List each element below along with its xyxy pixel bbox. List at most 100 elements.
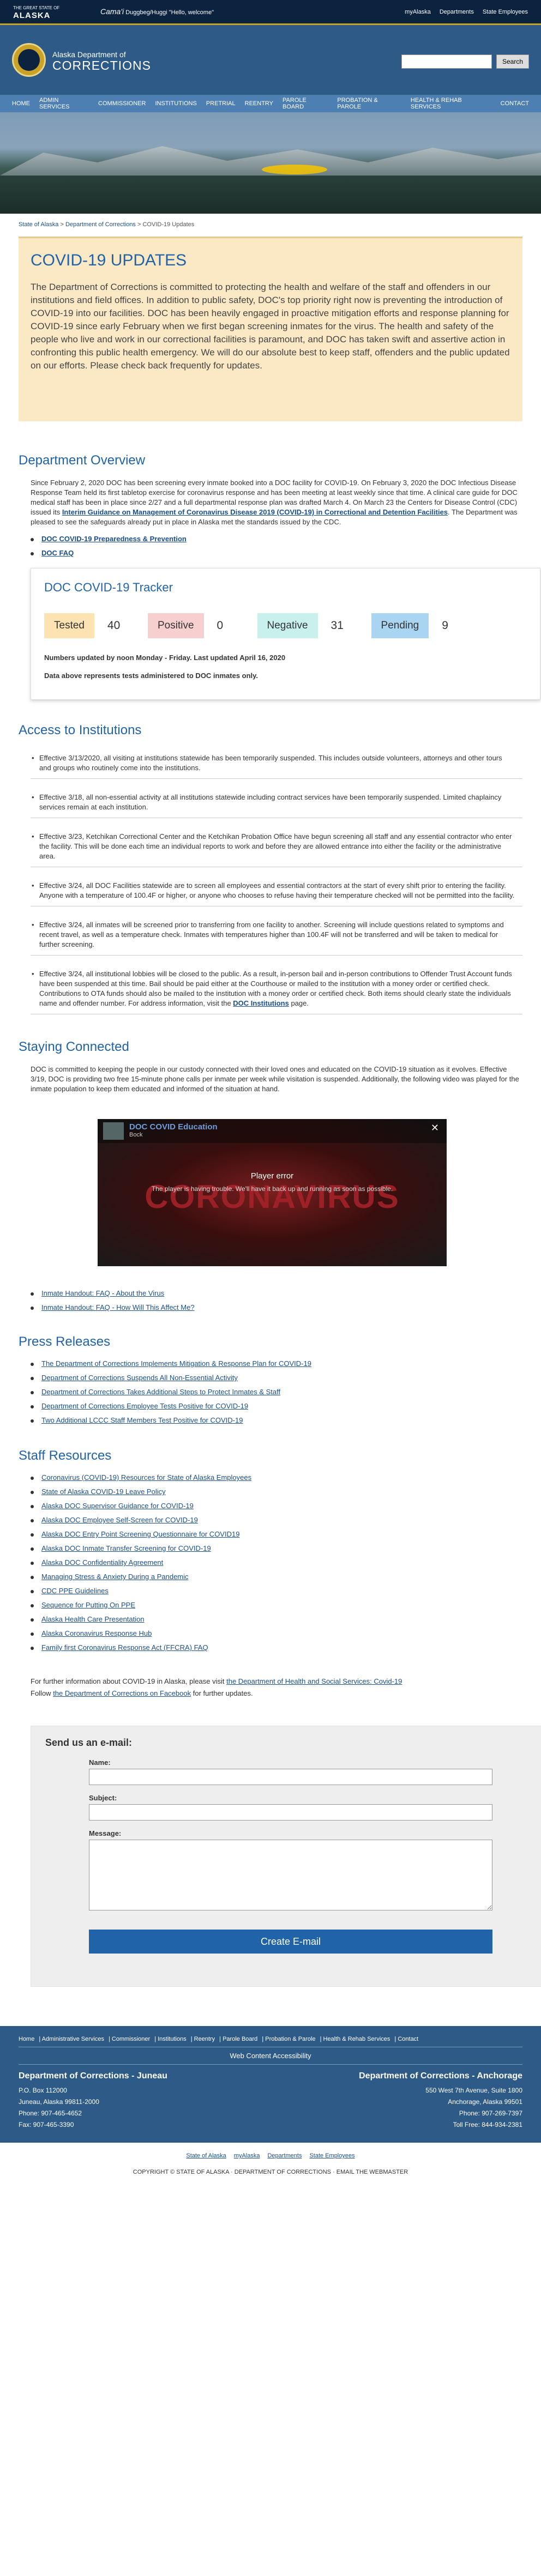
tracker-value: 40 (107, 619, 121, 632)
staff-link[interactable]: Managing Stress & Anxiety During a Pande… (41, 1573, 189, 1581)
staff-link[interactable]: Alaska DOC Confidentiality Agreement (41, 1558, 163, 1567)
staff-link[interactable]: CDC PPE Guidelines (41, 1587, 109, 1595)
video-player[interactable]: DOC COVID Education Bock ✕ CORONAVIRUS Pl… (98, 1119, 447, 1266)
list-item: Inmate Handout: FAQ - How Will This Affe… (31, 1303, 522, 1311)
site-footer: Home | Administrative Services | Commissio… (0, 2026, 541, 2143)
nav-item-contact[interactable]: CONTACT (501, 100, 529, 107)
nav-item-reentry[interactable]: REENTRY (245, 100, 273, 107)
breadcrumb-corrections[interactable]: Department of Corrections (65, 221, 136, 228)
search-input[interactable] (401, 55, 492, 69)
staff-link[interactable]: Alaska DOC Inmate Transfer Screening for… (41, 1544, 211, 1552)
alaska-logo[interactable]: THE GREAT STATE OF ALASKA (13, 4, 100, 20)
nav-item-home[interactable]: HOME (12, 100, 30, 107)
player-error-msg: The player is having trouble. We'll have… (151, 1185, 393, 1193)
further-info: For further information about COVID-19 i… (19, 1676, 522, 1700)
handout-about-link[interactable]: Inmate Handout: FAQ - About the Virus (41, 1289, 164, 1297)
channel-thumbnail[interactable] (103, 1122, 124, 1140)
staying-text: DOC is committed to keeping the people i… (31, 1065, 519, 1093)
access-list: Effective 3/13/2020, all visiting at ins… (19, 748, 522, 1014)
list-item: Alaska Coronavirus Response Hub (31, 1629, 522, 1637)
staff-link[interactable]: Alaska Health Care Presentation (41, 1615, 145, 1623)
footer-link[interactable]: Commissioner (112, 2036, 150, 2042)
footer-link[interactable]: Contact (398, 2036, 418, 2042)
create-email-button[interactable]: Create E-mail (89, 1930, 492, 1954)
player-error: Player error The player is having trouble… (98, 1171, 447, 1193)
staff-link[interactable]: Alaska DOC Entry Point Screening Questio… (41, 1530, 239, 1538)
staff-link[interactable]: Sequence for Putting On PPE (41, 1601, 135, 1609)
cdc-guidance-link[interactable]: Interim Guidance on Management of Corona… (62, 508, 448, 516)
staff-link[interactable]: Family first Coronavirus Response Act (F… (41, 1643, 208, 1652)
tracker-data-note: Data above represents tests administered… (44, 672, 259, 680)
breadcrumb-state-of-alaska[interactable]: State of Alaska (19, 221, 58, 228)
greeting-title: Cama'i (100, 7, 124, 16)
subject-field[interactable] (89, 1804, 492, 1821)
footer-link[interactable]: Institutions (158, 2036, 187, 2042)
list-item: Inmate Handout: FAQ - About the Virus (31, 1289, 522, 1297)
press-link[interactable]: Two Additional LCCC Staff Members Test P… (41, 1416, 243, 1424)
main-nav: HOME ADMIN SERVICES COMMISSIONER INSTITU… (0, 95, 541, 112)
staff-link[interactable]: State of Alaska COVID-19 Leave Policy (41, 1487, 166, 1496)
list-item: Alaska DOC Entry Point Screening Questio… (31, 1530, 522, 1538)
footer-link[interactable]: Probation & Parole (265, 2036, 315, 2042)
staff-link[interactable]: Alaska DOC Employee Self-Screen for COVI… (41, 1516, 198, 1524)
bottom-link[interactable]: myAlaska (234, 2152, 260, 2159)
greeting: Cama'i Duggbeg/Huggi "Hello, welcome" (100, 8, 242, 16)
logo-text: ALASKA (13, 10, 51, 20)
press-link[interactable]: Department of Corrections Employee Tests… (41, 1402, 248, 1410)
footer-link[interactable]: Home (19, 2036, 34, 2042)
nav-item-commissioner[interactable]: COMMISSIONER (98, 100, 146, 107)
info-text: For further information about COVID-19 i… (31, 1677, 227, 1685)
nav-item-parole-board[interactable]: PAROLE BOARD (282, 97, 328, 110)
search-bar: Search (401, 55, 529, 69)
footer-link[interactable]: Reentry (194, 2036, 215, 2042)
anchorage-title: Department of Corrections - Anchorage (359, 2071, 522, 2081)
accessibility-link[interactable]: Web Content Accessibility (19, 2052, 522, 2060)
nav-item-admin-services[interactable]: ADMIN SERVICES (39, 97, 89, 110)
staff-link[interactable]: Alaska DOC Supervisor Guidance for COVID… (41, 1502, 194, 1510)
list-item: The Department of Corrections Implements… (31, 1359, 522, 1368)
bottom-link[interactable]: State Employees (309, 2152, 354, 2159)
press-link[interactable]: The Department of Corrections Implements… (41, 1359, 311, 1368)
top-link-departments[interactable]: Departments (440, 9, 474, 15)
search-button[interactable]: Search (496, 55, 529, 69)
department-name[interactable]: Alaska Department of CORRECTIONS (52, 49, 151, 72)
press-link[interactable]: Department of Corrections Suspends All N… (41, 1374, 238, 1382)
tracker-tested: Tested 40 (44, 613, 148, 638)
address-line: Anchorage, Alaska 99501 (448, 2098, 522, 2106)
footer-link[interactable]: Parole Board (223, 2036, 257, 2042)
anchorage-address: Department of Corrections - Anchorage 55… (359, 2070, 522, 2131)
department-seal-icon[interactable] (12, 43, 46, 77)
preparedness-link[interactable]: DOC COVID-19 Preparedness & Prevention (41, 535, 187, 543)
nav-item-health-rehab[interactable]: HEALTH & REHAB SERVICES (411, 97, 491, 110)
tracker-value: 31 (330, 619, 344, 632)
close-icon[interactable]: ✕ (431, 1122, 439, 1134)
bottom-link[interactable]: State of Alaska (186, 2152, 226, 2159)
top-bar: THE GREAT STATE OF ALASKA Cama'i Duggbeg/… (0, 0, 541, 25)
email-form: Send us an e-mail: Name: Subject: Messag… (31, 1726, 541, 1987)
handout-affect-link[interactable]: Inmate Handout: FAQ - How Will This Affe… (41, 1303, 195, 1311)
top-link-state-employees[interactable]: State Employees (483, 9, 528, 15)
nav-item-pretrial[interactable]: PRETRIAL (206, 100, 236, 107)
nav-item-probation-parole[interactable]: PROBATION & PAROLE (337, 97, 401, 110)
list-item: Managing Stress & Anxiety During a Pande… (31, 1573, 522, 1581)
top-link-myalaska[interactable]: myAlaska (405, 9, 431, 15)
list-item: Sequence for Putting On PPE (31, 1601, 522, 1609)
name-field[interactable] (89, 1769, 492, 1785)
message-field[interactable] (89, 1840, 492, 1910)
covid-updates-callout: COVID-19 UPDATES The Department of Corre… (19, 237, 522, 421)
footer-link[interactable]: Administrative Services (42, 2036, 104, 2042)
staff-link[interactable]: Alaska Coronavirus Response Hub (41, 1629, 152, 1637)
video-title[interactable]: DOC COVID Education (129, 1122, 218, 1132)
nav-item-institutions[interactable]: INSTITUTIONS (155, 100, 196, 107)
faq-link[interactable]: DOC FAQ (41, 549, 74, 557)
bottom-link[interactable]: Departments (267, 2152, 302, 2159)
dhss-link[interactable]: the Department of Health and Social Serv… (226, 1677, 402, 1685)
institutions-link[interactable]: DOC Institutions (233, 999, 289, 1007)
press-link[interactable]: Department of Corrections Takes Addition… (41, 1388, 280, 1396)
bottom-links: State of Alaska myAlaska Departments Sta… (0, 2152, 541, 2159)
facebook-link[interactable]: the Department of Corrections on Faceboo… (53, 1689, 191, 1697)
staff-link[interactable]: Coronavirus (COVID-19) Resources for Sta… (41, 1473, 251, 1481)
video-channel: Bock (129, 1132, 143, 1138)
footer-link[interactable]: Health & Rehab Services (323, 2036, 390, 2042)
press-list: The Department of Corrections Implements… (19, 1359, 522, 1424)
